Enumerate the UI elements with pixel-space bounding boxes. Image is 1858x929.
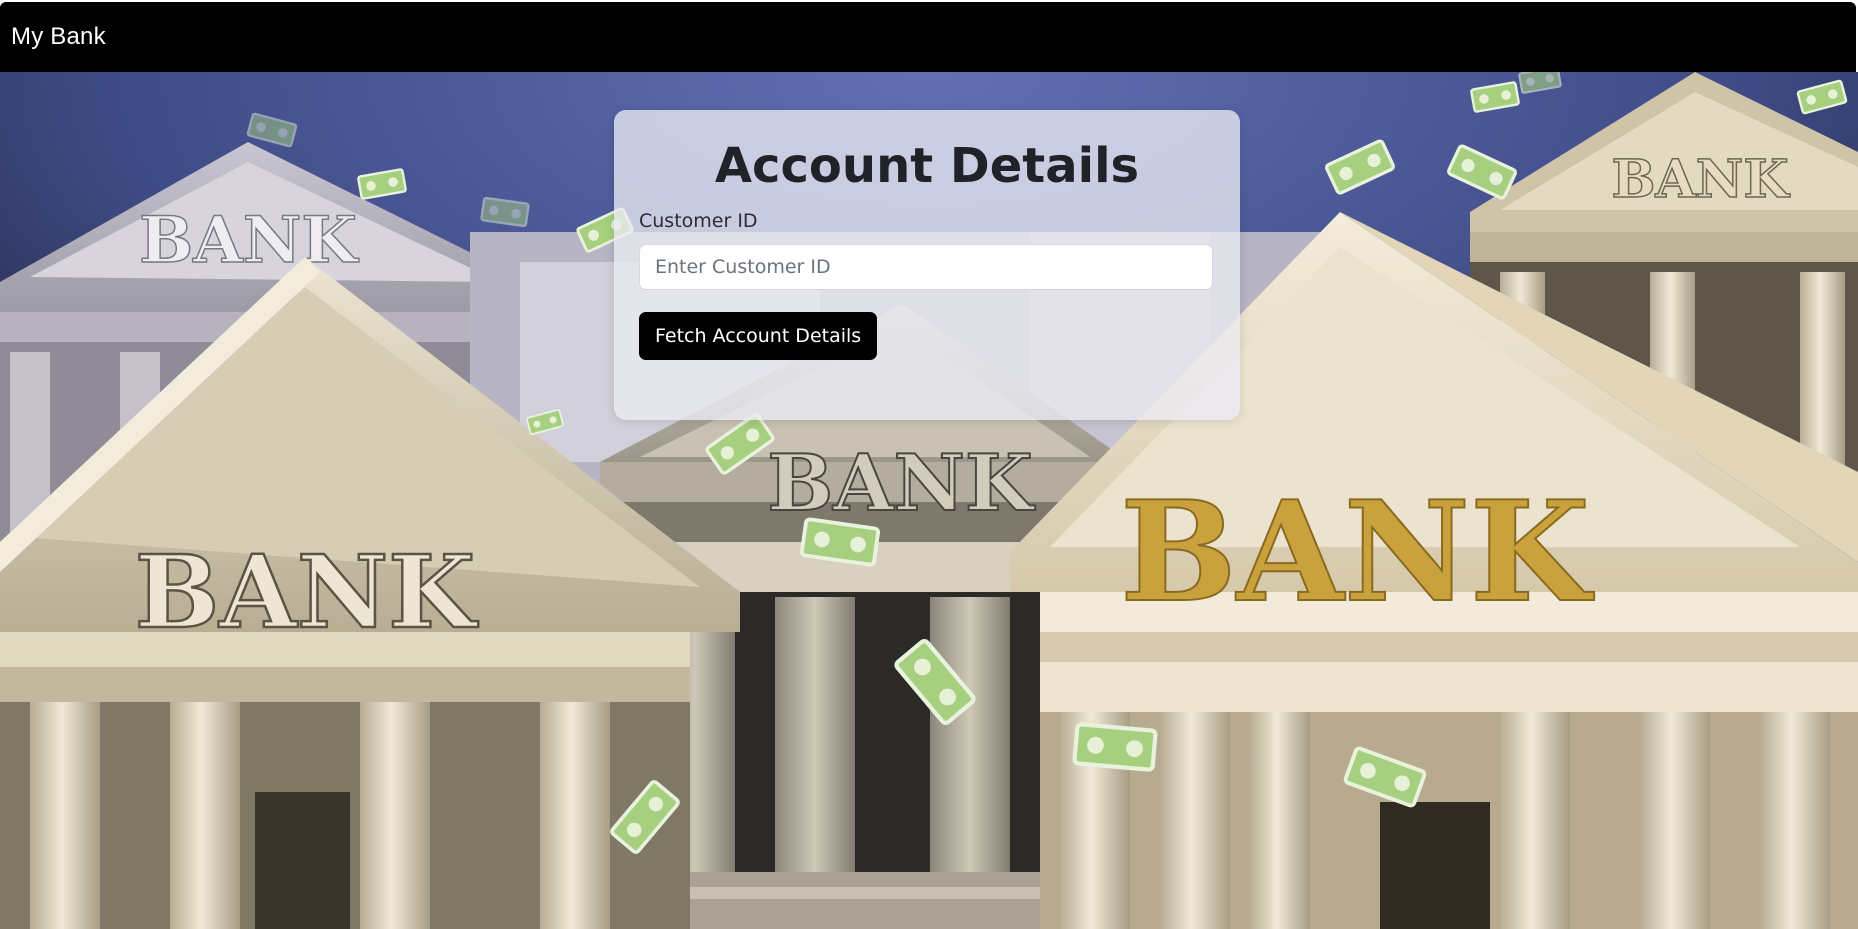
brand-link[interactable]: My Bank <box>11 23 106 51</box>
bank-sign-text: BANK <box>1120 470 1595 633</box>
card-title: Account Details <box>714 138 1140 194</box>
bank-sign-text: BANK <box>139 203 359 278</box>
customer-id-label: Customer ID <box>639 210 758 232</box>
account-details-card: Account Details Customer ID Fetch Accoun… <box>614 110 1240 420</box>
fetch-account-details-button[interactable]: Fetch Account Details <box>639 312 878 360</box>
customer-id-input[interactable] <box>639 244 1213 290</box>
navbar: My Bank <box>0 2 1856 72</box>
page: My Bank BANK BANK BANK BANK BANK Account… <box>0 0 1858 929</box>
bank-sign-text: BANK <box>767 438 1036 529</box>
bank-sign-text: BANK <box>135 533 479 651</box>
bank-sign-text: BANK <box>1611 149 1790 210</box>
